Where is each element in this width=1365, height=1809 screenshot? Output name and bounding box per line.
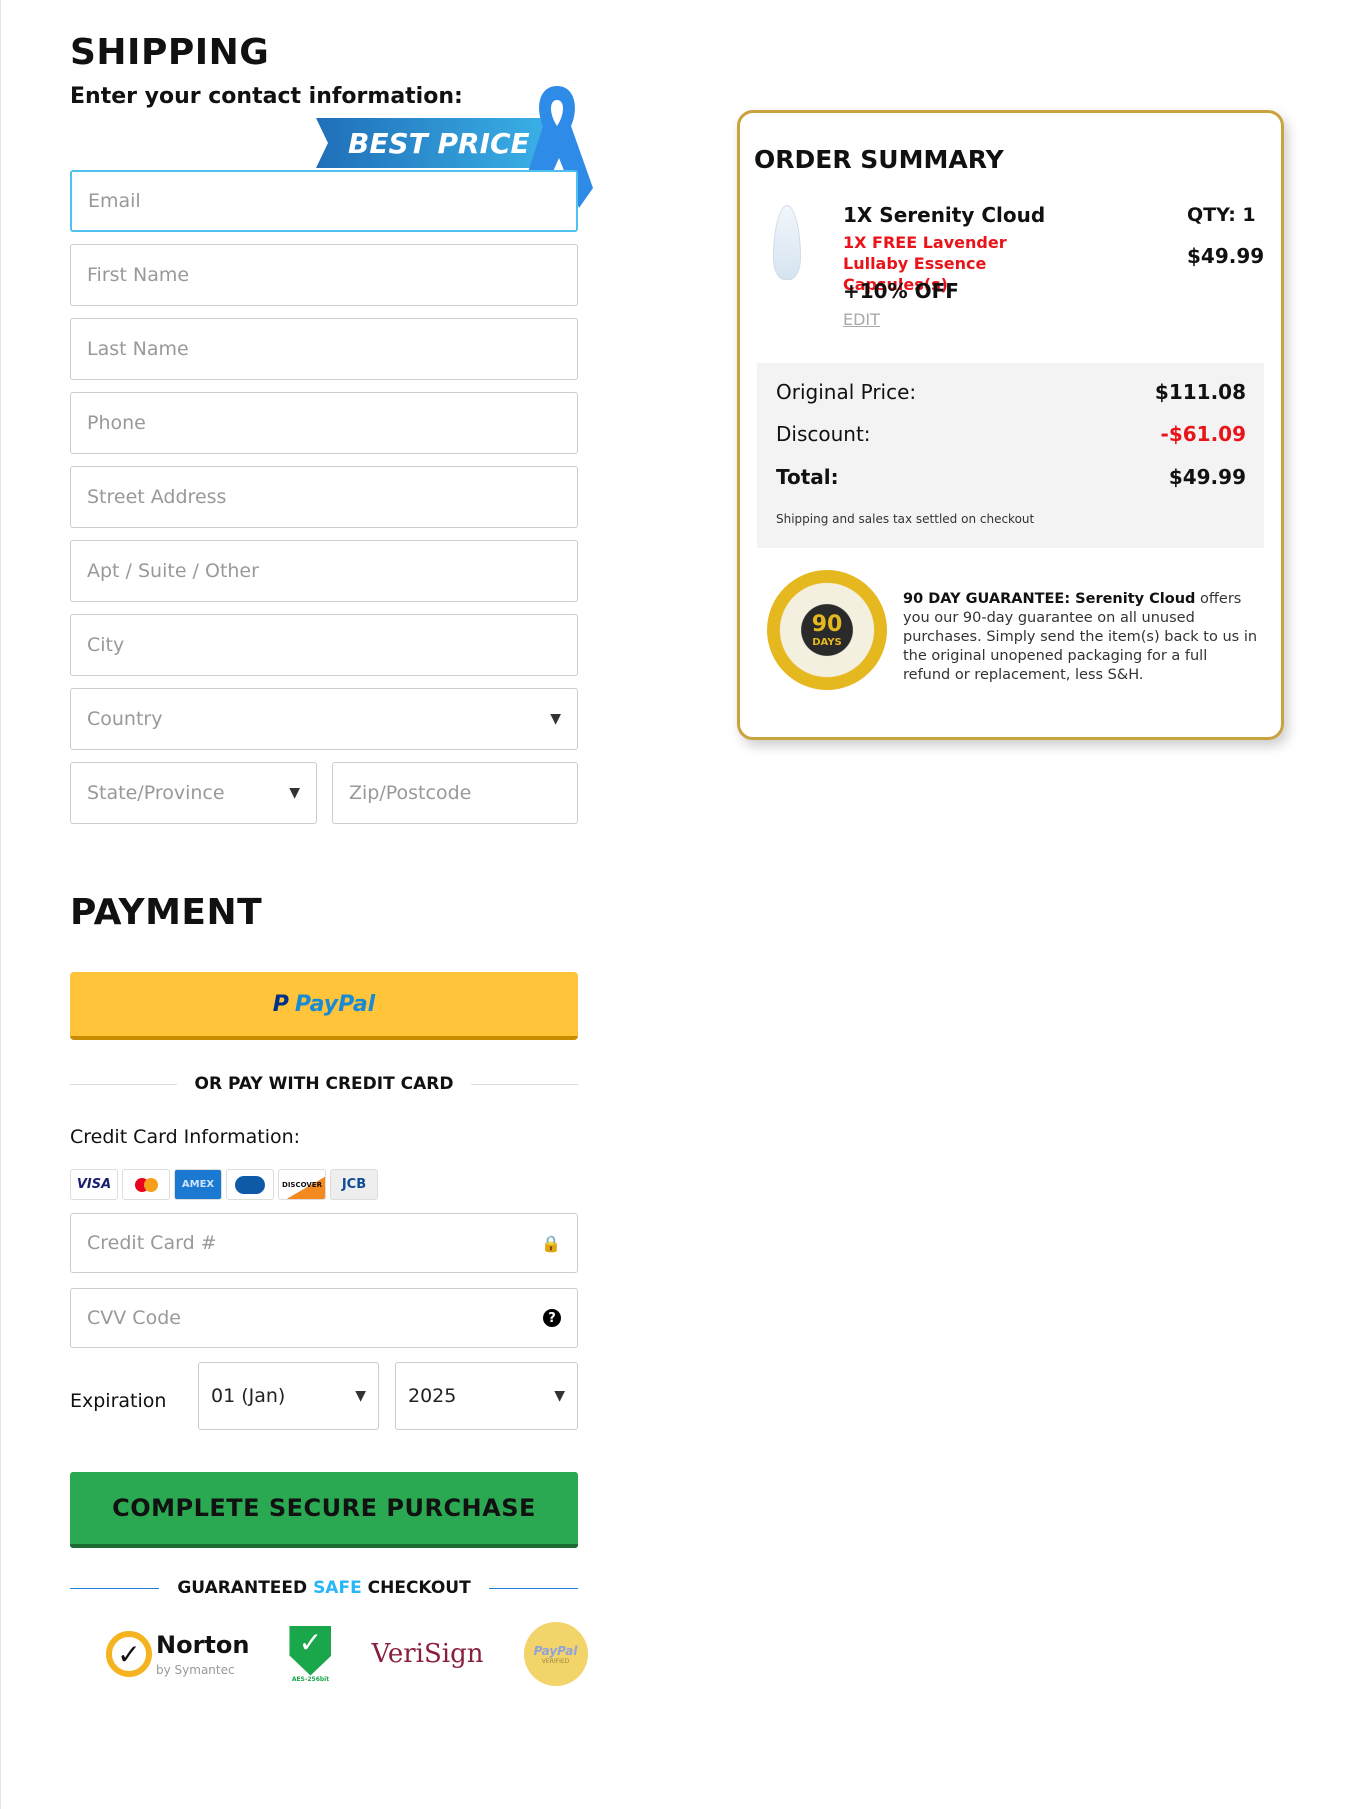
or-label: OR PAY WITH CREDIT CARD <box>194 1074 454 1094</box>
city-input[interactable]: City <box>70 614 578 676</box>
item-price: $49.99 <box>1187 244 1265 268</box>
street-input[interactable]: Street Address <box>70 466 578 528</box>
discover-icon: DISCOVER <box>278 1169 326 1200</box>
cc-placeholder: Credit Card # <box>87 1232 217 1254</box>
contact-subtitle: Enter your contact information: <box>70 84 463 109</box>
zip-placeholder: Zip/Postcode <box>349 782 472 804</box>
cvv-placeholder: CVV Code <box>87 1307 181 1329</box>
discount-note: +10% OFF <box>843 279 959 303</box>
discount-value: -$61.09 <box>1160 422 1246 446</box>
total-value: $49.99 <box>1168 465 1246 489</box>
best-price-badge: BEST PRICE <box>316 118 546 168</box>
country-placeholder: Country <box>87 708 163 730</box>
order-summary-title: ORDER SUMMARY <box>754 145 1004 174</box>
street-placeholder: Street Address <box>87 486 227 508</box>
month-select[interactable]: 01 (Jan) ▼ <box>198 1362 379 1430</box>
guaranteed-label: GUARANTEED SAFE CHECKOUT <box>177 1578 471 1598</box>
month-value: 01 (Jan) <box>211 1385 286 1407</box>
visa-icon: VISA <box>70 1169 118 1200</box>
expiration-label: Expiration <box>70 1390 167 1412</box>
first-name-input[interactable]: First Name <box>70 244 578 306</box>
total-label: Total: <box>776 465 839 489</box>
guarantee-text: 90 DAY GUARANTEE: Serenity Cloud offers … <box>903 591 1258 683</box>
state-select[interactable]: State/Province ▼ <box>70 762 317 824</box>
or-divider: OR PAY WITH CREDIT CARD <box>70 1074 578 1094</box>
paypal-button[interactable]: P PayPal <box>70 972 578 1040</box>
chevron-down-icon: ▼ <box>355 1388 366 1404</box>
edit-link[interactable]: EDIT <box>843 310 880 329</box>
lock-icon: 🔒 <box>541 1233 561 1253</box>
phone-placeholder: Phone <box>87 412 146 434</box>
aes-shield-icon: ✓ AES-256bit <box>289 1625 332 1683</box>
last-name-input[interactable]: Last Name <box>70 318 578 380</box>
last-name-placeholder: Last Name <box>87 338 189 360</box>
city-placeholder: City <box>87 634 125 656</box>
guaranteed-divider: GUARANTEED SAFE CHECKOUT <box>70 1578 579 1598</box>
email-placeholder: Email <box>88 190 141 212</box>
money-back-seal-icon: 90 DAYS <box>767 570 887 690</box>
zip-input[interactable]: Zip/Postcode <box>332 762 578 824</box>
verisign-badge: VeriSign <box>371 1639 484 1669</box>
payment-title: PAYMENT <box>70 892 263 933</box>
phone-input[interactable]: Phone <box>70 392 578 454</box>
paypal-verified-badge: PayPal VERIFIED <box>523 1622 588 1686</box>
original-price: $111.08 <box>1154 380 1246 404</box>
first-name-placeholder: First Name <box>87 264 190 286</box>
state-placeholder: State/Province <box>87 782 225 804</box>
mastercard-icon <box>122 1169 170 1200</box>
amex-icon: AMEX <box>174 1169 222 1200</box>
country-select[interactable]: Country ▼ <box>70 688 578 750</box>
discount-label: Discount: <box>776 422 871 446</box>
year-select[interactable]: 2025 ▼ <box>395 1362 578 1430</box>
chevron-down-icon: ▼ <box>550 711 561 727</box>
apt-placeholder: Apt / Suite / Other <box>87 560 259 582</box>
shipping-note: Shipping and sales tax settled on checko… <box>776 512 1035 526</box>
card-logos: VISA AMEX DISCOVER JCB <box>70 1169 378 1200</box>
cvv-input[interactable]: CVV Code? <box>70 1288 578 1348</box>
qty: QTY: 1 <box>1187 204 1256 226</box>
original-label: Original Price: <box>776 380 917 404</box>
jcb-icon: JCB <box>330 1169 378 1200</box>
shipping-title: SHIPPING <box>70 32 270 73</box>
chevron-down-icon: ▼ <box>289 785 300 801</box>
chevron-down-icon: ▼ <box>554 1388 565 1404</box>
apt-input[interactable]: Apt / Suite / Other <box>70 540 578 602</box>
email-input[interactable]: Email <box>70 170 578 232</box>
complete-purchase-button[interactable]: COMPLETE SECURE PURCHASE <box>70 1472 578 1548</box>
norton-badge: ✓ Norton by Symantec <box>106 1631 249 1678</box>
trust-badges: ✓ Norton by Symantec ✓ AES-256bit VeriSign … <box>106 1622 588 1686</box>
credit-card-input[interactable]: Credit Card # 🔒 <box>70 1213 578 1273</box>
product-name: 1X Serenity Cloud <box>843 203 1046 227</box>
help-icon[interactable]: ? <box>543 1309 561 1327</box>
year-value: 2025 <box>408 1385 457 1407</box>
norton-check-icon: ✓ <box>106 1631 152 1677</box>
paypal-logo-icon: P <box>272 991 289 1017</box>
paypal-label: PayPal <box>294 991 376 1017</box>
cc-info-label: Credit Card Information: <box>70 1126 301 1148</box>
diners-icon <box>226 1169 274 1200</box>
